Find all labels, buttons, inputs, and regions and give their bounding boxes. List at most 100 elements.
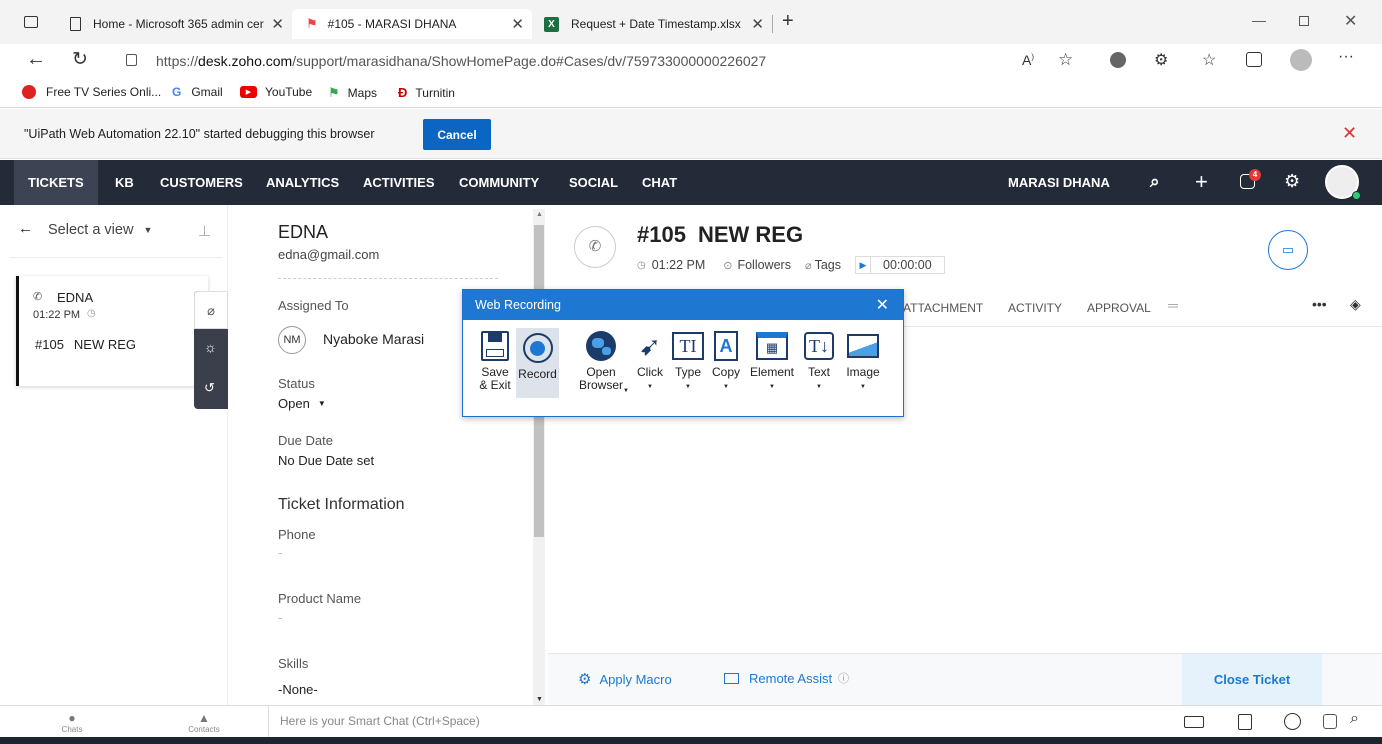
ticket-title[interactable]: NEW REG xyxy=(698,222,803,248)
contact-email[interactable]: edna@gmail.com xyxy=(278,247,379,262)
globe-icon xyxy=(586,331,616,361)
smart-chat-input[interactable]: Here is your Smart Chat (Ctrl+Space) xyxy=(268,706,1168,737)
cancel-debug-button[interactable]: Cancel xyxy=(423,119,491,150)
read-aloud-icon[interactable]: A) xyxy=(1022,52,1034,68)
extensions-puzzle-icon[interactable]: ⚙ xyxy=(1154,50,1168,70)
bookmark-turnitin[interactable]: Ð Turnitin xyxy=(398,85,455,100)
tab-approval[interactable]: APPROVAL xyxy=(1087,301,1151,315)
contacts-button[interactable]: ▲ Contacts xyxy=(184,711,224,734)
pin-icon[interactable]: ⊥ xyxy=(198,222,211,240)
bookmark-gmail[interactable]: G Gmail xyxy=(172,85,223,99)
web-recording-header[interactable]: Web Recording ✕ xyxy=(463,290,903,320)
address-bar-row: ← ↻ https://desk.zoho.com/support/marasi… xyxy=(0,44,1382,78)
bug-icon[interactable]: ☼ xyxy=(204,339,217,355)
caret-down-icon: ▼ xyxy=(143,225,153,235)
nav-chat[interactable]: CHAT xyxy=(628,160,691,205)
nav-community[interactable]: COMMUNITY xyxy=(445,160,553,205)
more-options-icon[interactable]: ••• xyxy=(1312,296,1327,312)
nav-social[interactable]: SOCIAL xyxy=(555,160,632,205)
reply-bubble-button[interactable]: ▭ xyxy=(1268,230,1308,270)
scroll-down-icon[interactable]: ▼ xyxy=(536,696,543,703)
tab-excel-file[interactable]: X Request + Date Timestamp.xlsx ✕ xyxy=(532,9,772,39)
clock-icon[interactable] xyxy=(1284,713,1301,730)
ticket-card[interactable]: ✆ EDNA 01:22 PM ◷ #105 NEW REG xyxy=(16,276,208,386)
view-selector[interactable]: Select a view ▼ xyxy=(48,222,152,238)
tool-label: Type xyxy=(674,365,701,379)
layers-icon[interactable]: ◈ xyxy=(1350,296,1361,313)
settings-icon[interactable]: ⚙ xyxy=(1284,171,1300,192)
remote-assist-button[interactable]: Remote Assist ⓘ xyxy=(724,670,849,686)
close-icon[interactable]: ✕ xyxy=(876,295,889,315)
tab-actions-icon[interactable] xyxy=(24,16,38,28)
skills-value[interactable]: -None- xyxy=(278,682,318,697)
scrollbar[interactable]: ▲ ▼ xyxy=(533,209,545,705)
chats-button[interactable]: ● Chats xyxy=(52,711,92,734)
close-icon[interactable]: ✕ xyxy=(511,15,524,33)
text-button[interactable]: T↓ Text ▼ xyxy=(802,330,836,394)
nav-activities[interactable]: ACTIVITIES xyxy=(349,160,449,205)
notes-icon[interactable] xyxy=(1238,714,1252,730)
tab-attachment[interactable]: ATTACHMENT xyxy=(903,301,983,315)
scroll-up-icon[interactable]: ▲ xyxy=(536,211,543,218)
product-name-value[interactable]: - xyxy=(278,610,282,625)
refresh-icon[interactable]: ↻ xyxy=(72,48,88,71)
bookmarks-bar: Free TV Series Onli... G Gmail ▶ YouTube… xyxy=(0,78,1382,108)
back-arrow-icon[interactable]: ← xyxy=(18,220,33,237)
history-icon[interactable]: ↺ xyxy=(204,380,215,396)
type-button[interactable]: TI Type ▼ xyxy=(671,330,705,394)
search-icon[interactable]: ⌕ xyxy=(1350,710,1359,728)
due-date-value[interactable]: No Due Date set xyxy=(278,453,374,468)
minimize-button[interactable]: — xyxy=(1252,12,1266,28)
add-icon[interactable]: + xyxy=(1195,169,1208,195)
new-tab-button[interactable]: + xyxy=(782,10,794,33)
back-icon[interactable]: ← xyxy=(26,48,46,71)
nav-tickets[interactable]: TICKETS xyxy=(14,160,98,205)
keyboard-icon[interactable] xyxy=(1184,716,1204,728)
nav-customers[interactable]: CUSTOMERS xyxy=(146,160,257,205)
department-selector[interactable]: MARASI DHANA xyxy=(994,160,1124,205)
bookmark-maps[interactable]: ⚑ Maps xyxy=(328,85,377,101)
collections-icon[interactable] xyxy=(1246,52,1262,67)
copy-button[interactable]: A Copy ▼ xyxy=(709,330,743,394)
more-tabs-icon[interactable]: ═ xyxy=(1168,297,1178,313)
restore-button[interactable] xyxy=(1299,16,1309,26)
favorite-add-icon[interactable]: ☆ xyxy=(1058,50,1073,70)
favorites-icon[interactable]: ☆ xyxy=(1202,50,1216,70)
open-browser-button[interactable]: Open Browser ▼ xyxy=(575,330,629,394)
info-icon[interactable]: ⓘ xyxy=(838,670,849,686)
timer-play-button[interactable]: ▶ xyxy=(855,256,871,274)
tab-microsoft-365[interactable]: Home - Microsoft 365 admin cer ✕ xyxy=(56,9,292,39)
close-icon[interactable]: ✕ xyxy=(271,15,284,33)
contact-name[interactable]: EDNA xyxy=(278,222,328,243)
close-ticket-button[interactable]: Close Ticket xyxy=(1182,654,1322,706)
phone-value[interactable]: - xyxy=(278,545,282,560)
bookmark-youtube[interactable]: ▶ YouTube xyxy=(240,85,312,99)
app-top-nav: TICKETS KB CUSTOMERS ANALYTICS ACTIVITIE… xyxy=(0,160,1382,205)
record-button[interactable]: Record xyxy=(516,328,559,398)
tag-icon[interactable]: ⌀ xyxy=(194,291,228,329)
close-icon[interactable]: ✕ xyxy=(751,15,764,33)
search-icon[interactable]: ⌕ xyxy=(1150,172,1160,192)
tab-activity[interactable]: ACTIVITY xyxy=(1008,301,1062,315)
macro-icon: ⚙ xyxy=(578,671,592,688)
apply-macro-button[interactable]: ⚙ Apply Macro xyxy=(578,670,672,688)
messages-icon[interactable] xyxy=(1323,714,1337,729)
window-close-button[interactable]: ✕ xyxy=(1344,11,1357,31)
close-infobar-icon[interactable]: ✕ xyxy=(1342,123,1357,144)
nav-kb[interactable]: KB xyxy=(101,160,148,205)
click-button[interactable]: ➹ Click ▼ xyxy=(633,330,667,394)
bookmark-free-tv[interactable]: Free TV Series Onli... xyxy=(22,85,161,99)
tab-zoho-ticket[interactable]: ⚑ #105 - MARASI DHANA ✕ xyxy=(292,9,532,39)
tags-link[interactable]: Tags xyxy=(815,258,841,272)
skills-label: Skills xyxy=(278,656,309,671)
more-options-icon[interactable]: ··· xyxy=(1338,48,1354,66)
followers-link[interactable]: Followers xyxy=(737,258,791,272)
nav-analytics[interactable]: ANALYTICS xyxy=(252,160,353,205)
save-exit-button[interactable]: Save & Exit xyxy=(477,330,513,392)
status-dropdown[interactable]: Open ▼ xyxy=(278,396,326,411)
profile-avatar[interactable] xyxy=(1290,49,1312,71)
assignee-name[interactable]: Nyaboke Marasi xyxy=(323,331,424,347)
image-button[interactable]: Image ▼ xyxy=(844,330,882,394)
extension-icon[interactable] xyxy=(1110,52,1126,68)
element-button[interactable]: ▦ Element ▼ xyxy=(748,330,796,394)
